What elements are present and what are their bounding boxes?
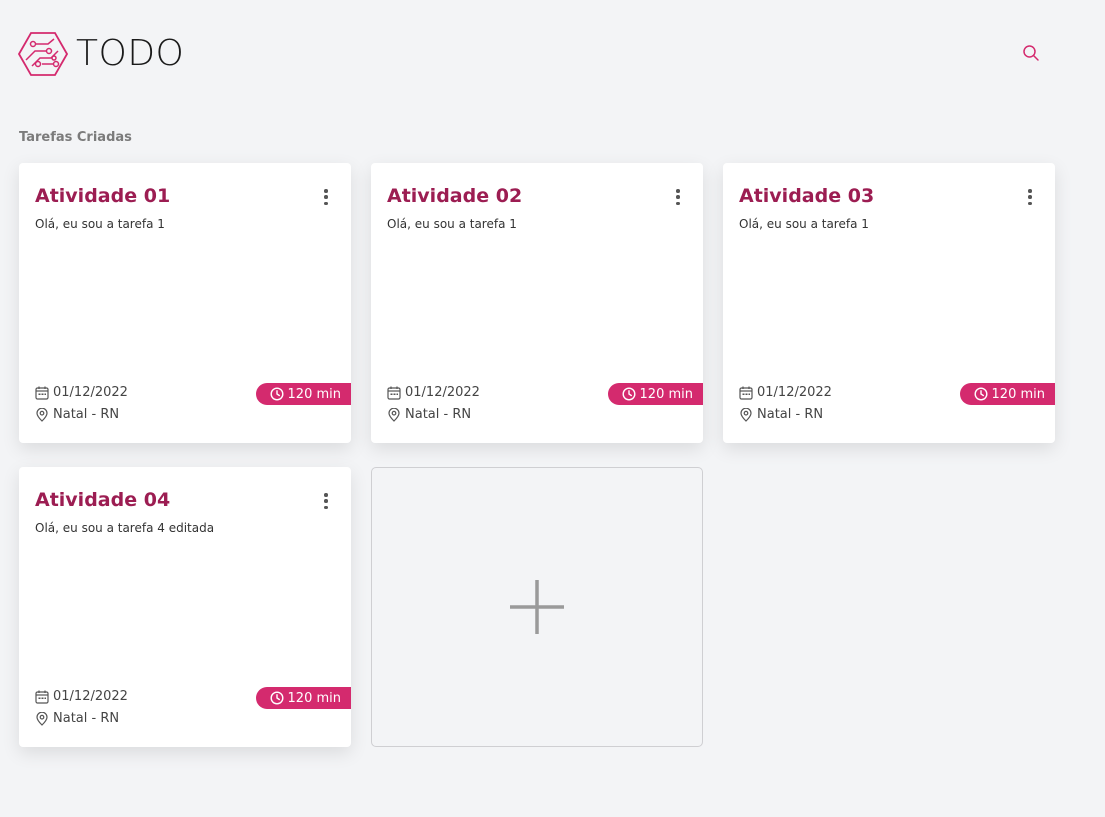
kebab-dot-icon [324,493,328,497]
task-card[interactable]: Atividade 03 Olá, eu sou a tarefa 1 01/1… [723,163,1055,443]
task-card[interactable]: Atividade 02 Olá, eu sou a tarefa 1 01/1… [371,163,703,443]
kebab-dot-icon [1028,195,1032,199]
task-location: Natal - RN [387,407,471,422]
kebab-dot-icon [676,189,680,193]
section-title: Tarefas Criadas [19,130,132,145]
task-location-label: Natal - RN [53,407,120,422]
task-card[interactable]: Atividade 01 Olá, eu sou a tarefa 1 01/1… [19,163,351,443]
app-title: TODO [76,33,185,74]
duration-label: 120 min [287,386,341,402]
calendar-icon [35,690,49,704]
kebab-dot-icon [324,505,328,509]
duration-badge: 120 min [959,383,1055,405]
task-description: Olá, eu sou a tarefa 1 [387,217,517,231]
plus-icon [510,580,564,634]
clock-icon [270,387,284,401]
task-location-label: Natal - RN [757,407,824,422]
task-location: Natal - RN [35,407,119,422]
duration-label: 120 min [991,386,1045,402]
calendar-icon [739,386,753,400]
location-pin-icon [36,407,48,422]
search-icon [1023,45,1039,61]
location-pin-icon [388,407,400,422]
task-location: Natal - RN [739,407,823,422]
location-pin-icon [36,711,48,726]
calendar-icon [387,386,401,400]
task-title: Atividade 01 [35,185,171,207]
kebab-dot-icon [1028,201,1032,205]
task-date-label: 01/12/2022 [53,385,128,400]
kebab-dot-icon [324,499,328,503]
search-button[interactable] [1021,43,1041,63]
task-description: Olá, eu sou a tarefa 4 editada [35,521,215,535]
kebab-dot-icon [324,189,328,193]
kebab-dot-icon [676,201,680,205]
task-card[interactable]: Atividade 04 Olá, eu sou a tarefa 4 edit… [19,467,351,747]
task-title: Atividade 02 [387,185,523,207]
clock-icon [622,387,636,401]
duration-badge: 120 min [255,687,351,709]
kebab-dot-icon [676,195,680,199]
kebab-dot-icon [324,201,328,205]
task-location: Natal - RN [35,711,119,726]
duration-badge: 120 min [255,383,351,405]
header: TODO [18,30,184,78]
clock-icon [270,691,284,705]
task-description: Olá, eu sou a tarefa 1 [739,217,869,231]
task-date: 01/12/2022 [739,385,832,400]
task-date: 01/12/2022 [387,385,480,400]
task-date: 01/12/2022 [35,689,128,704]
task-date-label: 01/12/2022 [405,385,480,400]
logo-icon[interactable] [18,30,68,78]
add-task-button[interactable] [371,467,703,747]
more-options-button[interactable] [319,491,333,511]
kebab-dot-icon [1028,189,1032,193]
clock-icon [974,387,988,401]
calendar-icon [35,386,49,400]
duration-label: 120 min [287,690,341,706]
task-date-label: 01/12/2022 [53,689,128,704]
task-title: Atividade 03 [739,185,875,207]
task-location-label: Natal - RN [405,407,472,422]
task-description: Olá, eu sou a tarefa 1 [35,217,165,231]
more-options-button[interactable] [671,187,685,207]
task-date: 01/12/2022 [35,385,128,400]
duration-badge: 120 min [607,383,703,405]
task-location-label: Natal - RN [53,711,120,726]
more-options-button[interactable] [319,187,333,207]
kebab-dot-icon [324,195,328,199]
duration-label: 120 min [639,386,693,402]
task-title: Atividade 04 [35,489,171,511]
location-pin-icon [740,407,752,422]
task-date-label: 01/12/2022 [757,385,832,400]
more-options-button[interactable] [1023,187,1037,207]
